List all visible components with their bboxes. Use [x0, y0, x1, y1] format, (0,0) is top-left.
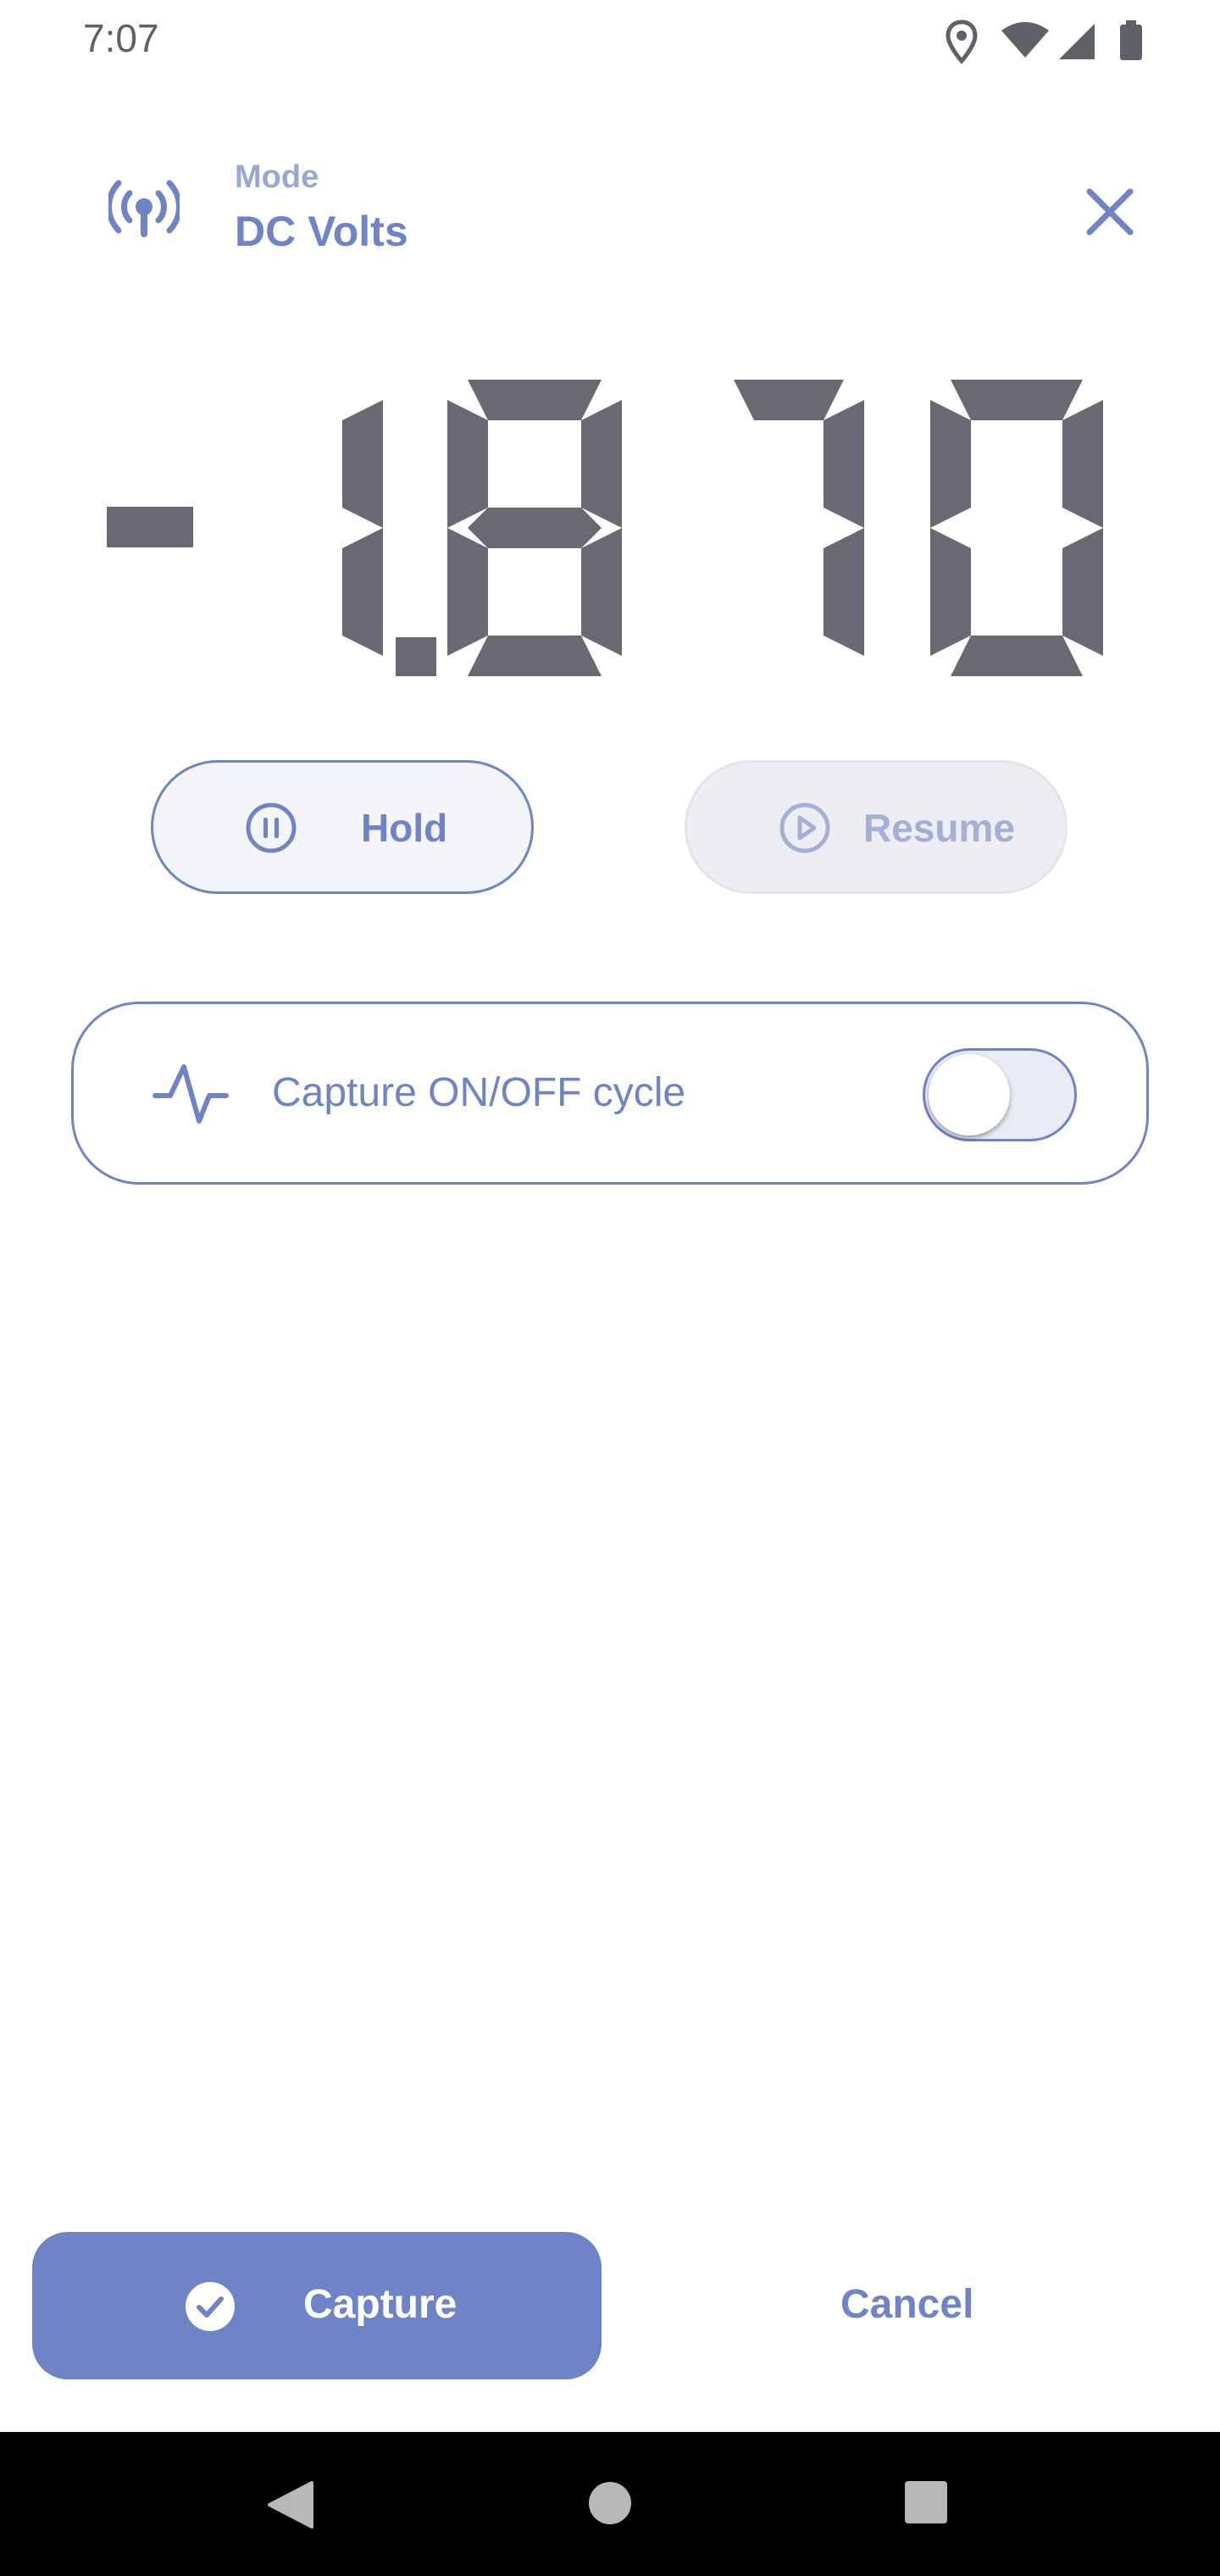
cell-signal-icon — [1059, 24, 1095, 59]
pause-icon — [246, 802, 297, 853]
location-icon — [946, 19, 978, 64]
home-icon[interactable] — [586, 2479, 634, 2527]
reading-digit-3-segment-c — [824, 528, 864, 656]
reading-digit-1-segment-b — [342, 400, 383, 528]
hold-label: Hold — [361, 806, 448, 850]
battery-icon — [1120, 20, 1142, 60]
reading-digit-4-segment-f — [930, 400, 971, 528]
reading-decimal-point — [396, 637, 436, 676]
reading-digit-2-segment-e — [447, 528, 488, 656]
recents-icon[interactable] — [903, 2479, 949, 2525]
reading-digit-2-segment-d — [468, 636, 602, 676]
mode-label: Mode — [235, 159, 319, 195]
reading-digit-2-segment-g — [468, 508, 602, 548]
capture-cycle-toggle[interactable] — [923, 1048, 1077, 1141]
status-time: 7:07 — [83, 16, 159, 60]
screen: 7:07 Mode DC Volts Hold Resume Capture O… — [0, 0, 1220, 2576]
reading-digit-2-segment-b — [581, 400, 622, 528]
reading-digit-4-segment-a — [951, 380, 1083, 420]
reading-digit-2-segment-a — [468, 380, 602, 420]
capture-button[interactable]: Capture — [32, 2232, 602, 2379]
resume-label: Resume — [863, 806, 1015, 850]
capture-cycle-label: Capture ON/OFF cycle — [272, 1070, 686, 1115]
play-icon — [779, 802, 830, 853]
toggle-knob — [929, 1054, 1010, 1135]
resume-button[interactable]: Resume — [685, 760, 1068, 894]
hold-button[interactable]: Hold — [151, 760, 534, 894]
reading-digit-1-segment-c — [342, 528, 383, 656]
reading-digit-3-segment-a — [734, 380, 844, 420]
reading-display — [107, 380, 1103, 676]
back-icon[interactable] — [264, 2479, 315, 2530]
broadcast-icon — [108, 180, 180, 237]
navigation-bar — [0, 2432, 1220, 2576]
wifi-icon — [1001, 22, 1049, 58]
reading-digit-2-segment-f — [447, 400, 488, 528]
check-circle-icon — [186, 2282, 235, 2331]
reading-digit-2-segment-c — [581, 528, 622, 656]
pulse-icon — [152, 1064, 229, 1124]
close-icon[interactable] — [1078, 180, 1142, 244]
capture-cycle-card: Capture ON/OFF cycle — [71, 1002, 1149, 1185]
reading-digit-4-segment-b — [1062, 400, 1103, 528]
reading-digit-3-segment-b — [824, 400, 864, 528]
reading-digit-4-segment-d — [951, 636, 1083, 676]
capture-label: Capture — [303, 2282, 458, 2327]
cancel-button[interactable]: Cancel — [779, 2232, 1027, 2379]
reading-digit-4-segment-e — [930, 528, 971, 656]
reading-digit-4-segment-c — [1062, 528, 1103, 656]
status-bar: 7:07 — [0, 0, 1220, 85]
cancel-label: Cancel — [840, 2282, 974, 2327]
mode-value: DC Volts — [235, 208, 408, 255]
reading-sign — [107, 507, 193, 547]
